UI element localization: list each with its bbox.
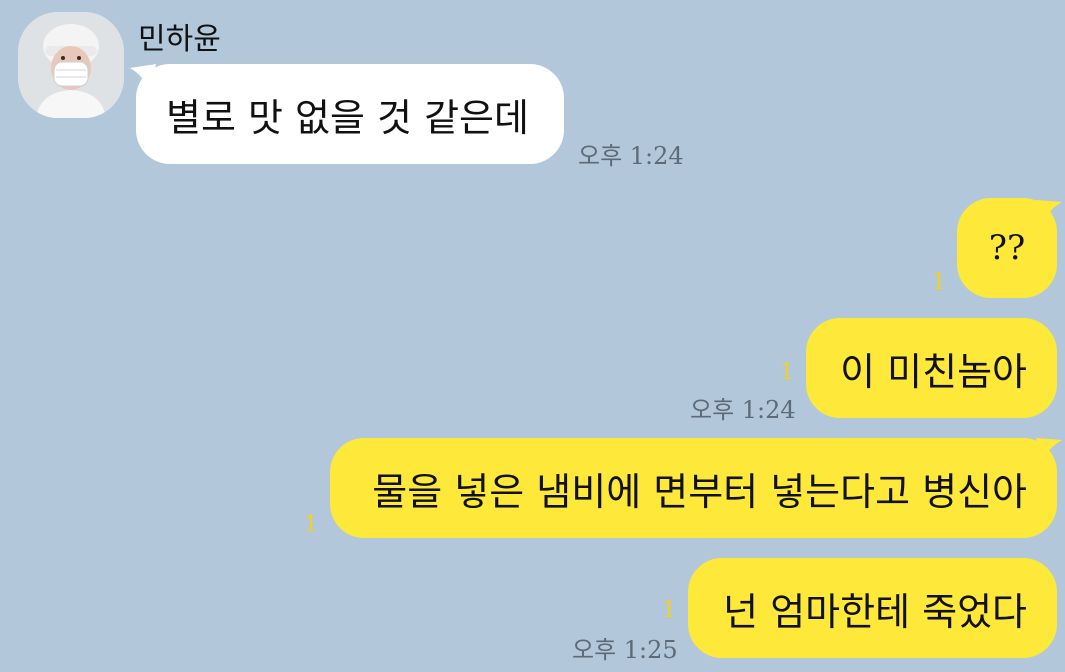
sender-name: 민하윤 — [138, 22, 221, 57]
sent-message-time: 오후 1:25 — [572, 636, 678, 664]
unread-count: 1 — [932, 270, 946, 295]
sent-message-text: ?? — [988, 228, 1026, 268]
sent-message-time: 오후 1:24 — [690, 396, 796, 424]
received-message-bubble[interactable]: 별로 맛 없을 것 같은데 — [136, 64, 564, 164]
sent-message-text: 물을 넣은 냄비에 면부터 넣는다고 병신아 — [372, 469, 1027, 514]
sent-message-bubble[interactable]: 물을 넣은 냄비에 면부터 넣는다고 병신아 — [330, 438, 1057, 538]
sent-bubble-tail — [1036, 438, 1062, 462]
unread-count: 1 — [662, 598, 676, 623]
sent-message-bubble[interactable]: 넌 엄마한테 죽었다 — [688, 558, 1057, 658]
person-avatar-icon — [18, 12, 124, 118]
sent-message-text: 넌 엄마한테 죽었다 — [723, 589, 1027, 634]
unread-count: 1 — [304, 512, 318, 537]
received-message-time: 오후 1:24 — [578, 142, 684, 170]
sent-message-text: 이 미친놈아 — [840, 349, 1027, 394]
sender-avatar[interactable] — [18, 12, 124, 118]
unread-count: 1 — [780, 360, 794, 385]
sent-bubble-tail — [1036, 200, 1062, 224]
received-message-text: 별로 맛 없을 것 같은데 — [166, 95, 529, 140]
sent-message-bubble[interactable]: 이 미친놈아 — [806, 318, 1057, 418]
